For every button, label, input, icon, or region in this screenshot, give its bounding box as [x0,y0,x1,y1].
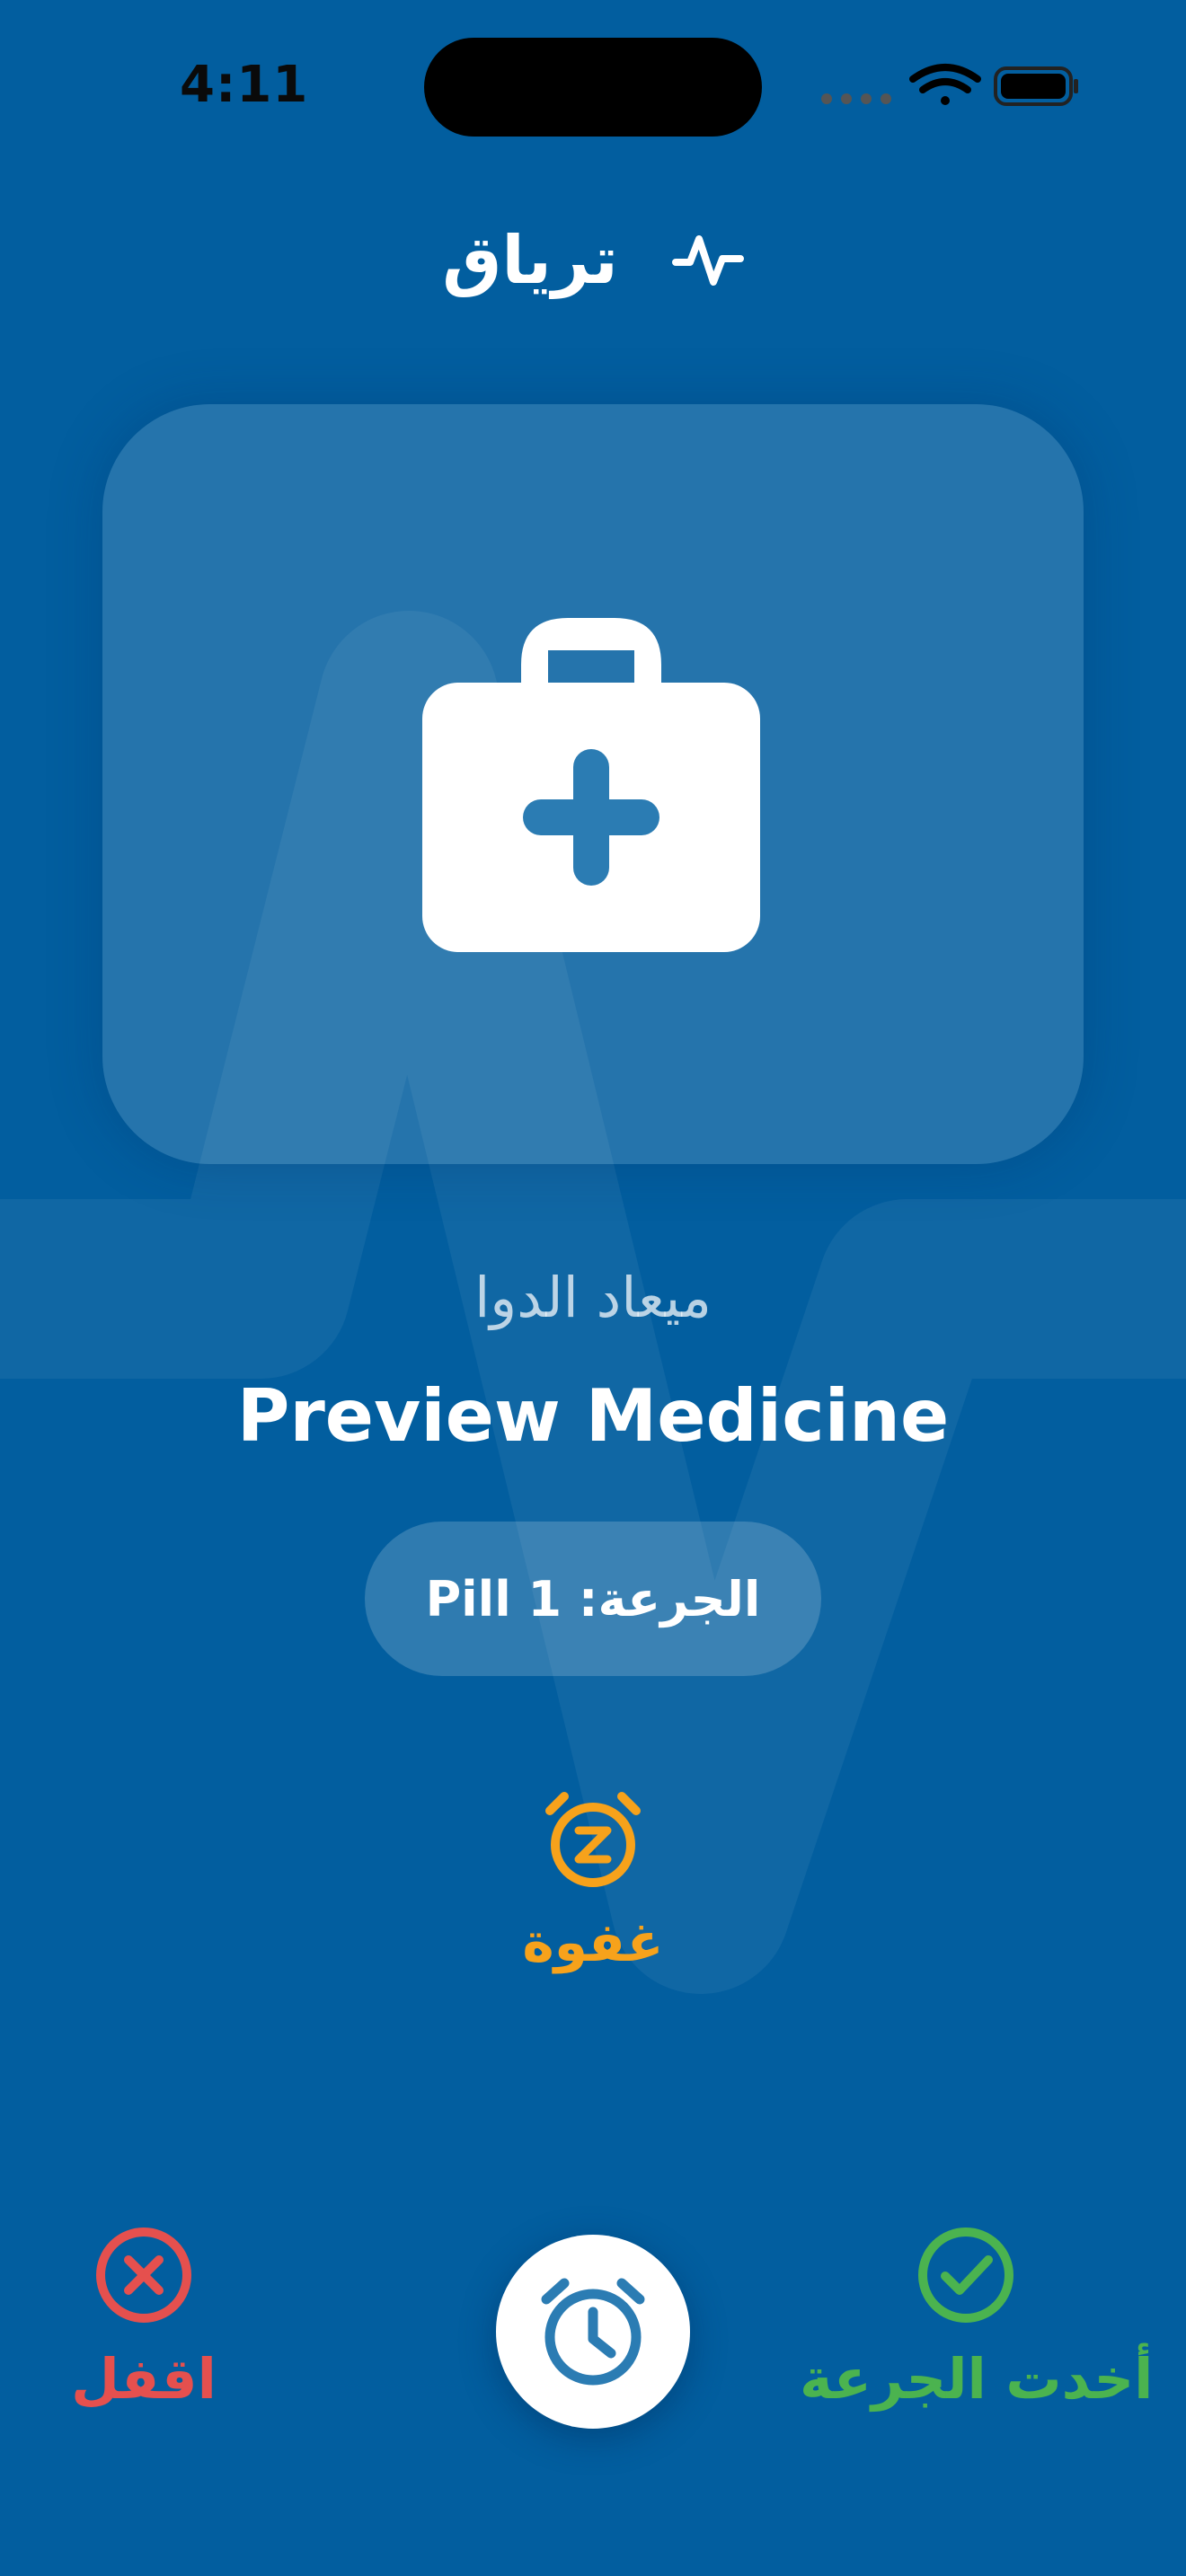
alarm-button[interactable] [496,2235,690,2429]
dose-taken-button[interactable]: أخدت الجرعة [800,2226,1154,2432]
pulse-icon [671,235,744,286]
snooze-label: غفوة [522,1911,664,1974]
app-title: ترياق [442,222,618,299]
close-label: اقفل [71,2346,217,2412]
dose-badge: الجرعة: 1 Pill [365,1522,821,1676]
medication-reminder-screen: 4:11 ترياق ميعاد الدوا Preview Medicine [0,0,1186,2576]
dose-text: الجرعة: 1 Pill [425,1570,761,1628]
snooze-alarm-icon [545,1792,641,1887]
app-header: ترياق [0,216,1186,305]
signal-icon [821,93,891,104]
dose-taken-label: أخدت الجرعة [800,2346,1154,2412]
status-icons [821,64,1078,106]
check-circle-icon [918,2228,1013,2323]
reminder-subtitle: ميعاد الدوا [474,1265,712,1330]
close-button[interactable]: اقفل [54,2226,234,2432]
alarm-clock-icon [541,2278,645,2386]
snooze-button[interactable]: غفوة [503,1787,683,2003]
wifi-icon [909,64,981,105]
medical-kit-icon [422,618,760,952]
battery-icon [994,66,1078,106]
dynamic-island [424,38,762,137]
medicine-name: Preview Medicine [236,1374,950,1458]
close-circle-icon [96,2228,191,2323]
status-time: 4:11 [180,56,309,114]
